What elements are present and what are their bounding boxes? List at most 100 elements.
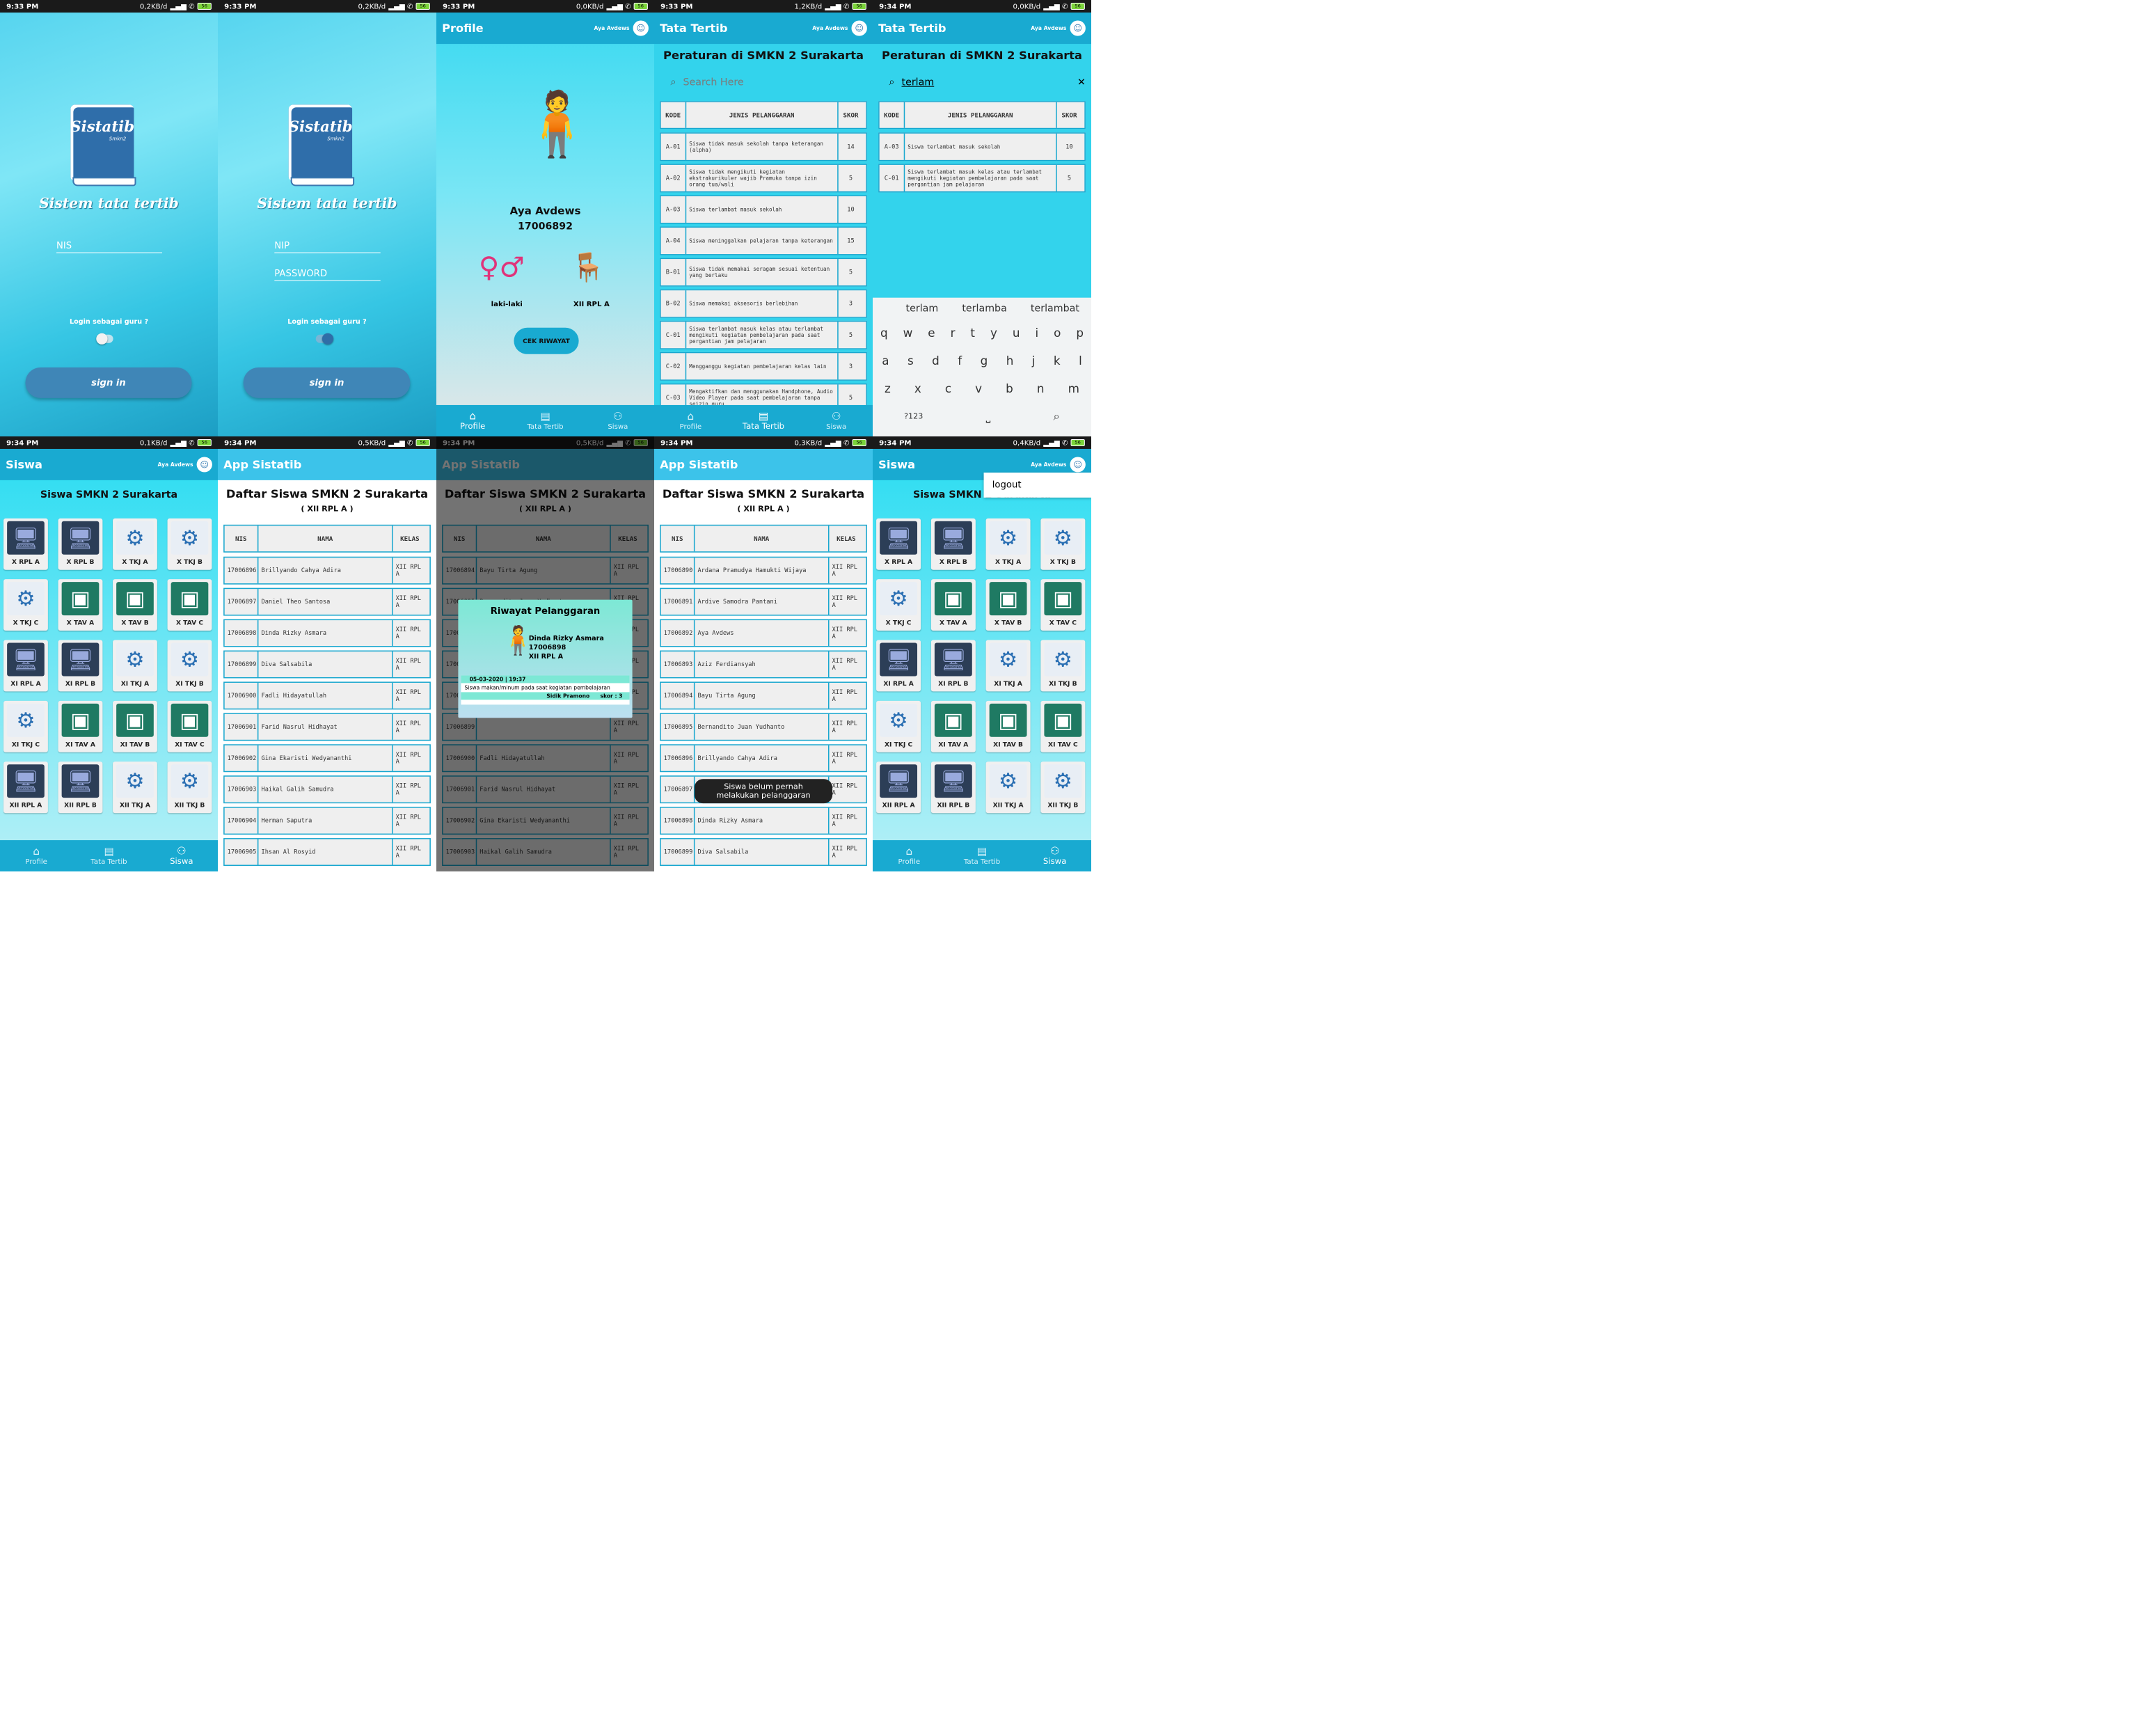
class-tile[interactable]: ▣ X TAV A — [930, 579, 976, 631]
student-row[interactable]: 17006899 Diva Salsabila XII RPL A — [223, 650, 431, 679]
student-row[interactable]: 17006896 Brillyando Cahya Adira XII RPL A — [223, 556, 431, 585]
class-tile[interactable]: ⚙ X TKJ B — [1040, 518, 1086, 570]
avatar-icon[interactable]: ☺ — [1070, 20, 1086, 36]
student-row[interactable]: 17006903Haikal Galih SamudraXII RPL A — [223, 775, 431, 804]
class-tile[interactable]: ⚙ X TKJ B — [167, 518, 212, 570]
search-input[interactable]: terlam — [902, 76, 1070, 88]
class-tile[interactable]: 🖥 XII RPL A — [876, 761, 921, 814]
violation-card[interactable]: 05-03-2020 | 19:37 Siswa makan/minum pada… — [461, 675, 630, 705]
key[interactable]: z — [885, 381, 891, 395]
key[interactable]: d — [932, 354, 940, 368]
class-tile[interactable]: 🖥 X RPL A — [876, 518, 921, 570]
class-tile[interactable]: 🖥 X RPL B — [58, 518, 103, 570]
student-row[interactable]: 17006893 Aziz Ferdiansyah XII RPL A — [660, 650, 867, 679]
key[interactable]: l — [1079, 354, 1082, 368]
table-row[interactable]: A-03 Siswa terlambat masuk sekolah 10 — [660, 195, 867, 224]
key[interactable]: r — [951, 326, 956, 340]
nav-siswa[interactable]: ⚇ Siswa — [1018, 840, 1091, 871]
key[interactable]: e — [928, 326, 935, 340]
symbols-key[interactable]: ?123 — [904, 412, 923, 421]
user-menu[interactable]: Aya Avdews ☺ — [1031, 457, 1086, 473]
class-tile[interactable]: ▣ X TAV C — [167, 579, 212, 631]
suggestion[interactable]: terlam — [906, 302, 939, 314]
class-tile[interactable]: ▣ XI TAV A — [930, 700, 976, 752]
student-row[interactable]: 17006905 Ihsan Al Rosyid XII RPL A — [223, 838, 431, 867]
search-bar[interactable]: ⌕ Search Here — [660, 70, 867, 94]
class-tile[interactable]: 🖥 X RPL A — [3, 518, 48, 570]
table-row[interactable]: A-04 Siswa meninggalkan pelajaran tanpa k… — [660, 226, 867, 255]
nav-profile[interactable]: ⌂ Profile — [436, 405, 509, 436]
avatar-icon[interactable]: ☺ — [196, 457, 212, 473]
guru-toggle[interactable] — [96, 333, 113, 345]
class-tile[interactable]: ▣ X TAV B — [985, 579, 1031, 631]
class-tile[interactable]: ⚙ XII TKJ A — [985, 761, 1031, 814]
class-tile[interactable]: ⚙ XI TKJ B — [1040, 640, 1086, 692]
key[interactable]: w — [903, 326, 913, 340]
class-tile[interactable]: ⚙ XI TKJ C — [876, 700, 921, 752]
class-tile[interactable]: ⚙ XI TKJ A — [985, 640, 1031, 692]
student-row[interactable]: 17006901Farid Nasrul HidhayatXII RPL A — [223, 713, 431, 741]
student-row[interactable]: 17006892 Aya Avdews XII RPL A — [660, 619, 867, 647]
key[interactable]: b — [1006, 381, 1013, 395]
nav-siswa[interactable]: ⚇ Siswa — [582, 405, 654, 436]
nav-siswa[interactable]: ⚇ Siswa — [800, 405, 873, 436]
nav-siswa[interactable]: ⚇ Siswa — [145, 840, 218, 871]
key[interactable]: u — [1013, 326, 1020, 340]
avatar-icon[interactable]: ☺ — [1070, 457, 1086, 473]
student-row[interactable]: 17006896 Brillyando Cahya Adira XII RPL A — [660, 744, 867, 773]
guru-toggle[interactable] — [315, 333, 334, 345]
key[interactable]: q — [880, 326, 888, 340]
search-input[interactable]: Search Here — [683, 76, 744, 88]
suggestion[interactable]: terlamba — [962, 302, 1006, 314]
class-tile[interactable]: ▣ X TAV C — [1040, 579, 1086, 631]
key[interactable]: t — [970, 326, 975, 340]
key[interactable]: f — [958, 354, 962, 368]
class-tile[interactable]: ▣ X TAV B — [113, 579, 157, 631]
key[interactable]: j — [1032, 354, 1036, 368]
table-row[interactable]: C-02 Mengganggu kegiatan pembelajaran kel… — [660, 351, 867, 381]
class-tile[interactable]: ▣ X TAV A — [58, 579, 103, 631]
student-row[interactable]: 17006904 Herman Saputra XII RPL A — [223, 807, 431, 835]
class-tile[interactable]: 🖥 XI RPL B — [58, 640, 103, 692]
table-row[interactable]: A-01 Siswa tidak masuk sekolah tanpa kete… — [660, 132, 867, 161]
key[interactable]: i — [1035, 326, 1038, 340]
key[interactable]: v — [975, 381, 982, 395]
key[interactable]: a — [882, 354, 889, 368]
student-row[interactable]: 17006898 Dinda Rizky Asmara XII RPL A — [223, 619, 431, 647]
nav-profile[interactable]: ⌂ Profile — [0, 840, 72, 871]
class-tile[interactable]: ⚙ XII TKJ B — [167, 761, 212, 814]
space-key[interactable]: ⎵ — [986, 409, 991, 423]
nav-tatatertib[interactable]: ▤ Tata Tertib — [946, 840, 1019, 871]
class-tile[interactable]: ⚙ X TKJ A — [985, 518, 1031, 570]
table-row[interactable]: A-03 Siswa terlambat masuk sekolah 10 — [878, 132, 1086, 161]
student-row[interactable]: 17006895Bernandito Juan YudhantoXII RPL … — [660, 713, 867, 741]
cek-riwayat-button[interactable]: CEK RIWAYAT — [514, 327, 579, 354]
nav-tatatertib[interactable]: ▤ Tata Tertib — [509, 405, 581, 436]
class-tile[interactable]: ▣ XI TAV C — [1040, 700, 1086, 752]
student-row[interactable]: 17006902Gina Ekaristi WedyananthiXII RPL… — [223, 744, 431, 773]
student-row[interactable]: 17006894Bayu Tirta AgungXII RPL A — [660, 681, 867, 710]
student-row[interactable]: 17006891 Ardive Samodra Pantani XII RPL A — [660, 587, 867, 616]
key[interactable]: k — [1054, 354, 1061, 368]
sign-in-button[interactable]: sign in — [243, 367, 411, 398]
nav-tatatertib[interactable]: ▤ Tata Tertib — [72, 840, 145, 871]
class-tile[interactable]: ▣ XI TAV B — [113, 700, 157, 752]
avatar-icon[interactable]: ☺ — [851, 20, 867, 36]
user-menu[interactable]: Aya Avdews ☺ — [812, 20, 867, 36]
table-row[interactable]: C-01 Siswa terlambat masuk kelas atau ter… — [660, 320, 867, 349]
class-tile[interactable]: ⚙ X TKJ A — [113, 518, 157, 570]
class-tile[interactable]: ▣ XI TAV B — [985, 700, 1031, 752]
nip-field[interactable]: NIP — [274, 241, 381, 253]
class-tile[interactable]: 🖥 XII RPL A — [3, 761, 48, 814]
class-tile[interactable]: 🖥 XI RPL A — [876, 640, 921, 692]
user-menu[interactable]: Aya Avdews ☺ — [1031, 20, 1086, 36]
key[interactable]: o — [1054, 326, 1061, 340]
table-row[interactable]: B-01 Siswa tidak memakai seragam sesuai k… — [660, 258, 867, 287]
class-tile[interactable]: 🖥 X RPL B — [930, 518, 976, 570]
class-tile[interactable]: ⚙ XI TKJ C — [3, 700, 48, 752]
nav-profile[interactable]: ⌂ Profile — [654, 405, 727, 436]
key[interactable]: g — [981, 354, 988, 368]
search-bar[interactable]: ⌕ terlam ✕ — [878, 70, 1085, 94]
class-tile[interactable]: ⚙ X TKJ C — [876, 579, 921, 631]
user-menu[interactable]: Aya Avdews ☺ — [158, 457, 212, 473]
